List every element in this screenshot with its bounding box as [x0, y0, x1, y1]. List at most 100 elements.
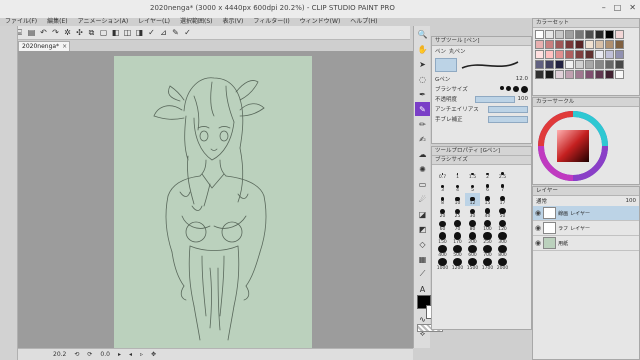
paste-icon[interactable]: ▢: [99, 28, 108, 37]
clear-icon[interactable]: ✣: [75, 28, 84, 37]
brush-size-option[interactable]: 4: [450, 180, 465, 193]
brush-size-option[interactable]: 6: [480, 180, 495, 193]
fill-tool-icon[interactable]: ◪: [415, 207, 430, 221]
brush-size-option[interactable]: 1: [450, 167, 465, 180]
ruler-tool-icon[interactable]: ⟋: [415, 267, 430, 281]
antialias-slider[interactable]: [488, 105, 528, 113]
brush-size-option[interactable]: 40: [480, 206, 495, 219]
color-swatch[interactable]: [615, 40, 624, 49]
brush-size-option[interactable]: 700: [480, 245, 495, 258]
close-button[interactable]: ✕: [629, 3, 636, 12]
color-swatch[interactable]: [595, 50, 604, 59]
menu-help[interactable]: ヘルプ(H): [345, 14, 382, 26]
brush-size-option[interactable]: 1200: [450, 258, 465, 271]
transform-icon[interactable]: ◧: [111, 28, 120, 37]
eyedropper-tool-icon[interactable]: ✒: [415, 87, 430, 101]
color-swatch[interactable]: [605, 40, 614, 49]
brush-size-option[interactable]: 300: [495, 232, 510, 245]
brush-size-option[interactable]: 25: [450, 206, 465, 219]
color-swatch[interactable]: [545, 40, 554, 49]
color-swatch[interactable]: [535, 30, 544, 39]
color-swatch[interactable]: [565, 60, 574, 69]
brush-size-option[interactable]: 170: [450, 232, 465, 245]
brush-size-option[interactable]: 60: [435, 219, 450, 232]
color-swatch[interactable]: [575, 70, 584, 79]
zoom-in-icon[interactable]: ⟳: [87, 351, 92, 358]
opacity-value[interactable]: 100: [518, 96, 529, 102]
move-tool-icon[interactable]: ✋: [415, 42, 430, 56]
color-swatch[interactable]: [565, 70, 574, 79]
eraser-tool-icon[interactable]: ▭: [415, 177, 430, 191]
color-swatch[interactable]: [605, 70, 614, 79]
brush-size-option[interactable]: 200: [465, 232, 480, 245]
layer-row[interactable]: ◉ 用紙: [533, 236, 639, 251]
brush-size-option[interactable]: 80: [465, 219, 480, 232]
layer-row[interactable]: ◉ 線画 レイヤー: [533, 206, 639, 221]
rotate-value[interactable]: 0.0: [100, 351, 110, 358]
tab-close-icon[interactable]: ×: [62, 43, 67, 50]
undo-icon[interactable]: ↶: [39, 28, 48, 37]
brush-size-option[interactable]: 1.5: [465, 167, 480, 180]
color-swatch[interactable]: [535, 50, 544, 59]
color-swatch[interactable]: [535, 70, 544, 79]
layer-row[interactable]: ◉ ラフ レイヤー: [533, 221, 639, 236]
color-swatch[interactable]: [585, 50, 594, 59]
color-swatch[interactable]: [545, 50, 554, 59]
gradient-tool-icon[interactable]: ◩: [415, 222, 430, 236]
brush-size-option[interactable]: 70: [450, 219, 465, 232]
blend-tool-icon[interactable]: ☄: [415, 192, 430, 206]
color-swatch[interactable]: [585, 60, 594, 69]
brush-size-option[interactable]: 15: [480, 193, 495, 206]
brush-size-option[interactable]: 800: [495, 245, 510, 258]
brush-size-option[interactable]: 10: [450, 193, 465, 206]
color-swatch[interactable]: [605, 50, 614, 59]
settings-icon[interactable]: ✲: [63, 28, 72, 37]
menu-file[interactable]: ファイル(F): [0, 14, 42, 26]
color-swatch[interactable]: [595, 30, 604, 39]
brush-size-option[interactable]: 12: [465, 193, 480, 206]
copy-icon[interactable]: ⧉: [87, 28, 96, 37]
minimize-button[interactable]: –: [602, 3, 606, 12]
menu-layer[interactable]: レイヤー(L): [133, 14, 175, 26]
color-swatch[interactable]: [575, 30, 584, 39]
blend-mode-select[interactable]: 通常: [536, 197, 547, 205]
color-swatch[interactable]: [615, 30, 624, 39]
brush-size-option[interactable]: 7: [495, 180, 510, 193]
color-swatch[interactable]: [605, 30, 614, 39]
brush-size-option[interactable]: 8: [435, 193, 450, 206]
menu-filter[interactable]: フィルター(I): [248, 14, 294, 26]
brush-size-value[interactable]: 12.0: [516, 76, 528, 82]
color-swatch[interactable]: [615, 70, 624, 79]
pencil-tool-icon[interactable]: ✏: [415, 117, 430, 131]
menu-select[interactable]: 選択範囲(S): [175, 14, 218, 26]
menu-window[interactable]: ウィンドウ(W): [295, 14, 346, 26]
decoration-tool-icon[interactable]: ✺: [415, 162, 430, 176]
brush-size-option[interactable]: 150: [435, 232, 450, 245]
brush-size-option[interactable]: 50: [495, 206, 510, 219]
redo-icon[interactable]: ↷: [51, 28, 60, 37]
document-tab[interactable]: 2020nenga* ×: [18, 41, 70, 51]
flip-icon[interactable]: ▹: [140, 351, 143, 358]
color-swatch[interactable]: [565, 50, 574, 59]
zoom-tool-icon[interactable]: 🔍: [415, 27, 430, 41]
color-swatch[interactable]: [585, 40, 594, 49]
size-dots[interactable]: [500, 85, 528, 93]
brush-size-option[interactable]: 20: [435, 206, 450, 219]
check-icon[interactable]: ✓: [183, 28, 192, 37]
rotate-right-icon[interactable]: ◂: [129, 351, 132, 358]
brush-size-option[interactable]: 250: [480, 232, 495, 245]
brush-size-option[interactable]: 400: [435, 245, 450, 258]
color-swatch[interactable]: [565, 30, 574, 39]
brush-size-option[interactable]: 2: [480, 167, 495, 180]
color-swatch[interactable]: [535, 40, 544, 49]
stabilization-slider[interactable]: [488, 115, 528, 123]
visibility-eye-icon[interactable]: ◉: [535, 239, 541, 247]
pen-name[interactable]: 丸ペン: [449, 47, 466, 55]
visibility-eye-icon[interactable]: ◉: [535, 224, 541, 232]
brush-size-option[interactable]: 17: [495, 193, 510, 206]
zoom-out-icon[interactable]: ⟲: [74, 351, 79, 358]
ruler-icon[interactable]: ⊿: [159, 28, 168, 37]
color-swatch[interactable]: [555, 60, 564, 69]
color-swatch[interactable]: [615, 50, 624, 59]
color-swatch[interactable]: [595, 70, 604, 79]
